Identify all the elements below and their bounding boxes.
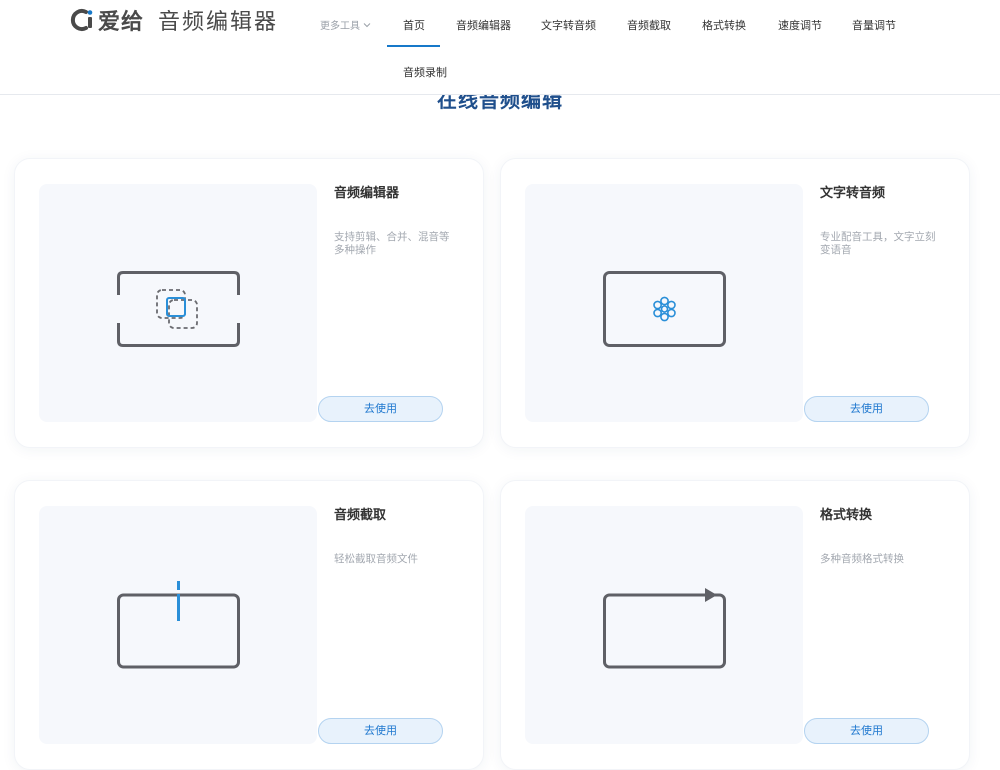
tool-card-audio-editor[interactable]: 音频编辑器 支持剪辑、合并、混音等多种操作 去使用	[14, 158, 484, 448]
tool-card-audio-cut[interactable]: 音频截取 轻松截取音频文件 去使用	[14, 480, 484, 770]
nav-volume-adjust[interactable]: 音量调节	[852, 17, 896, 33]
nav-audio-record[interactable]: 音频录制	[403, 64, 447, 80]
nav-active-indicator	[387, 45, 440, 47]
more-tools-label: 更多工具	[320, 21, 360, 32]
card-description: 支持剪辑、合并、混音等多种操作	[334, 231, 450, 256]
nav-format-convert[interactable]: 格式转换	[702, 17, 746, 33]
tool-card-format-convert[interactable]: 格式转换 多种音频格式转换 去使用	[500, 480, 970, 770]
card-title: 音频编辑器	[334, 186, 400, 201]
use-button[interactable]: 去使用	[804, 396, 929, 422]
nav-text-to-audio[interactable]: 文字转音频	[541, 17, 596, 33]
chevron-down-icon	[362, 20, 372, 30]
card-description: 轻松截取音频文件	[334, 553, 418, 565]
card-title: 格式转换	[820, 508, 873, 523]
edit-frame-icon	[117, 271, 240, 347]
top-header: 爱给 音频编辑器 更多工具 首页 音频编辑器 文字转音频 音频截取 格式转换 速…	[0, 0, 1000, 95]
more-tools-dropdown[interactable]: 更多工具	[320, 17, 372, 32]
nav-audio-cut[interactable]: 音频截取	[627, 17, 671, 33]
nav-speed-adjust[interactable]: 速度调节	[778, 17, 822, 33]
card-preview	[39, 184, 317, 422]
logo-brand-text: 爱给	[98, 10, 145, 35]
card-description: 多种音频格式转换	[820, 553, 904, 565]
tool-card-text-to-audio[interactable]: 文字转音频 专业配音工具，文字立刻变语音 去使用	[500, 158, 970, 448]
card-preview	[525, 506, 803, 744]
card-title: 音频截取	[334, 508, 387, 523]
card-preview	[39, 506, 317, 744]
logo-product-text: 音频编辑器	[158, 10, 279, 35]
voice-flower-icon	[603, 271, 726, 347]
use-button[interactable]: 去使用	[804, 718, 929, 744]
card-preview	[525, 184, 803, 422]
nav-audio-editor[interactable]: 音频编辑器	[456, 17, 511, 33]
site-logo[interactable]: 爱给 音频编辑器	[68, 5, 278, 35]
cut-marker-icon	[117, 581, 240, 669]
logo-mark-icon	[68, 6, 96, 34]
use-button[interactable]: 去使用	[318, 396, 443, 422]
use-button[interactable]: 去使用	[318, 718, 443, 744]
nav-home[interactable]: 首页	[403, 17, 425, 33]
card-description: 专业配音工具，文字立刻变语音	[820, 231, 936, 256]
arrow-right-icon	[603, 588, 726, 669]
card-title: 文字转音频	[820, 186, 886, 201]
